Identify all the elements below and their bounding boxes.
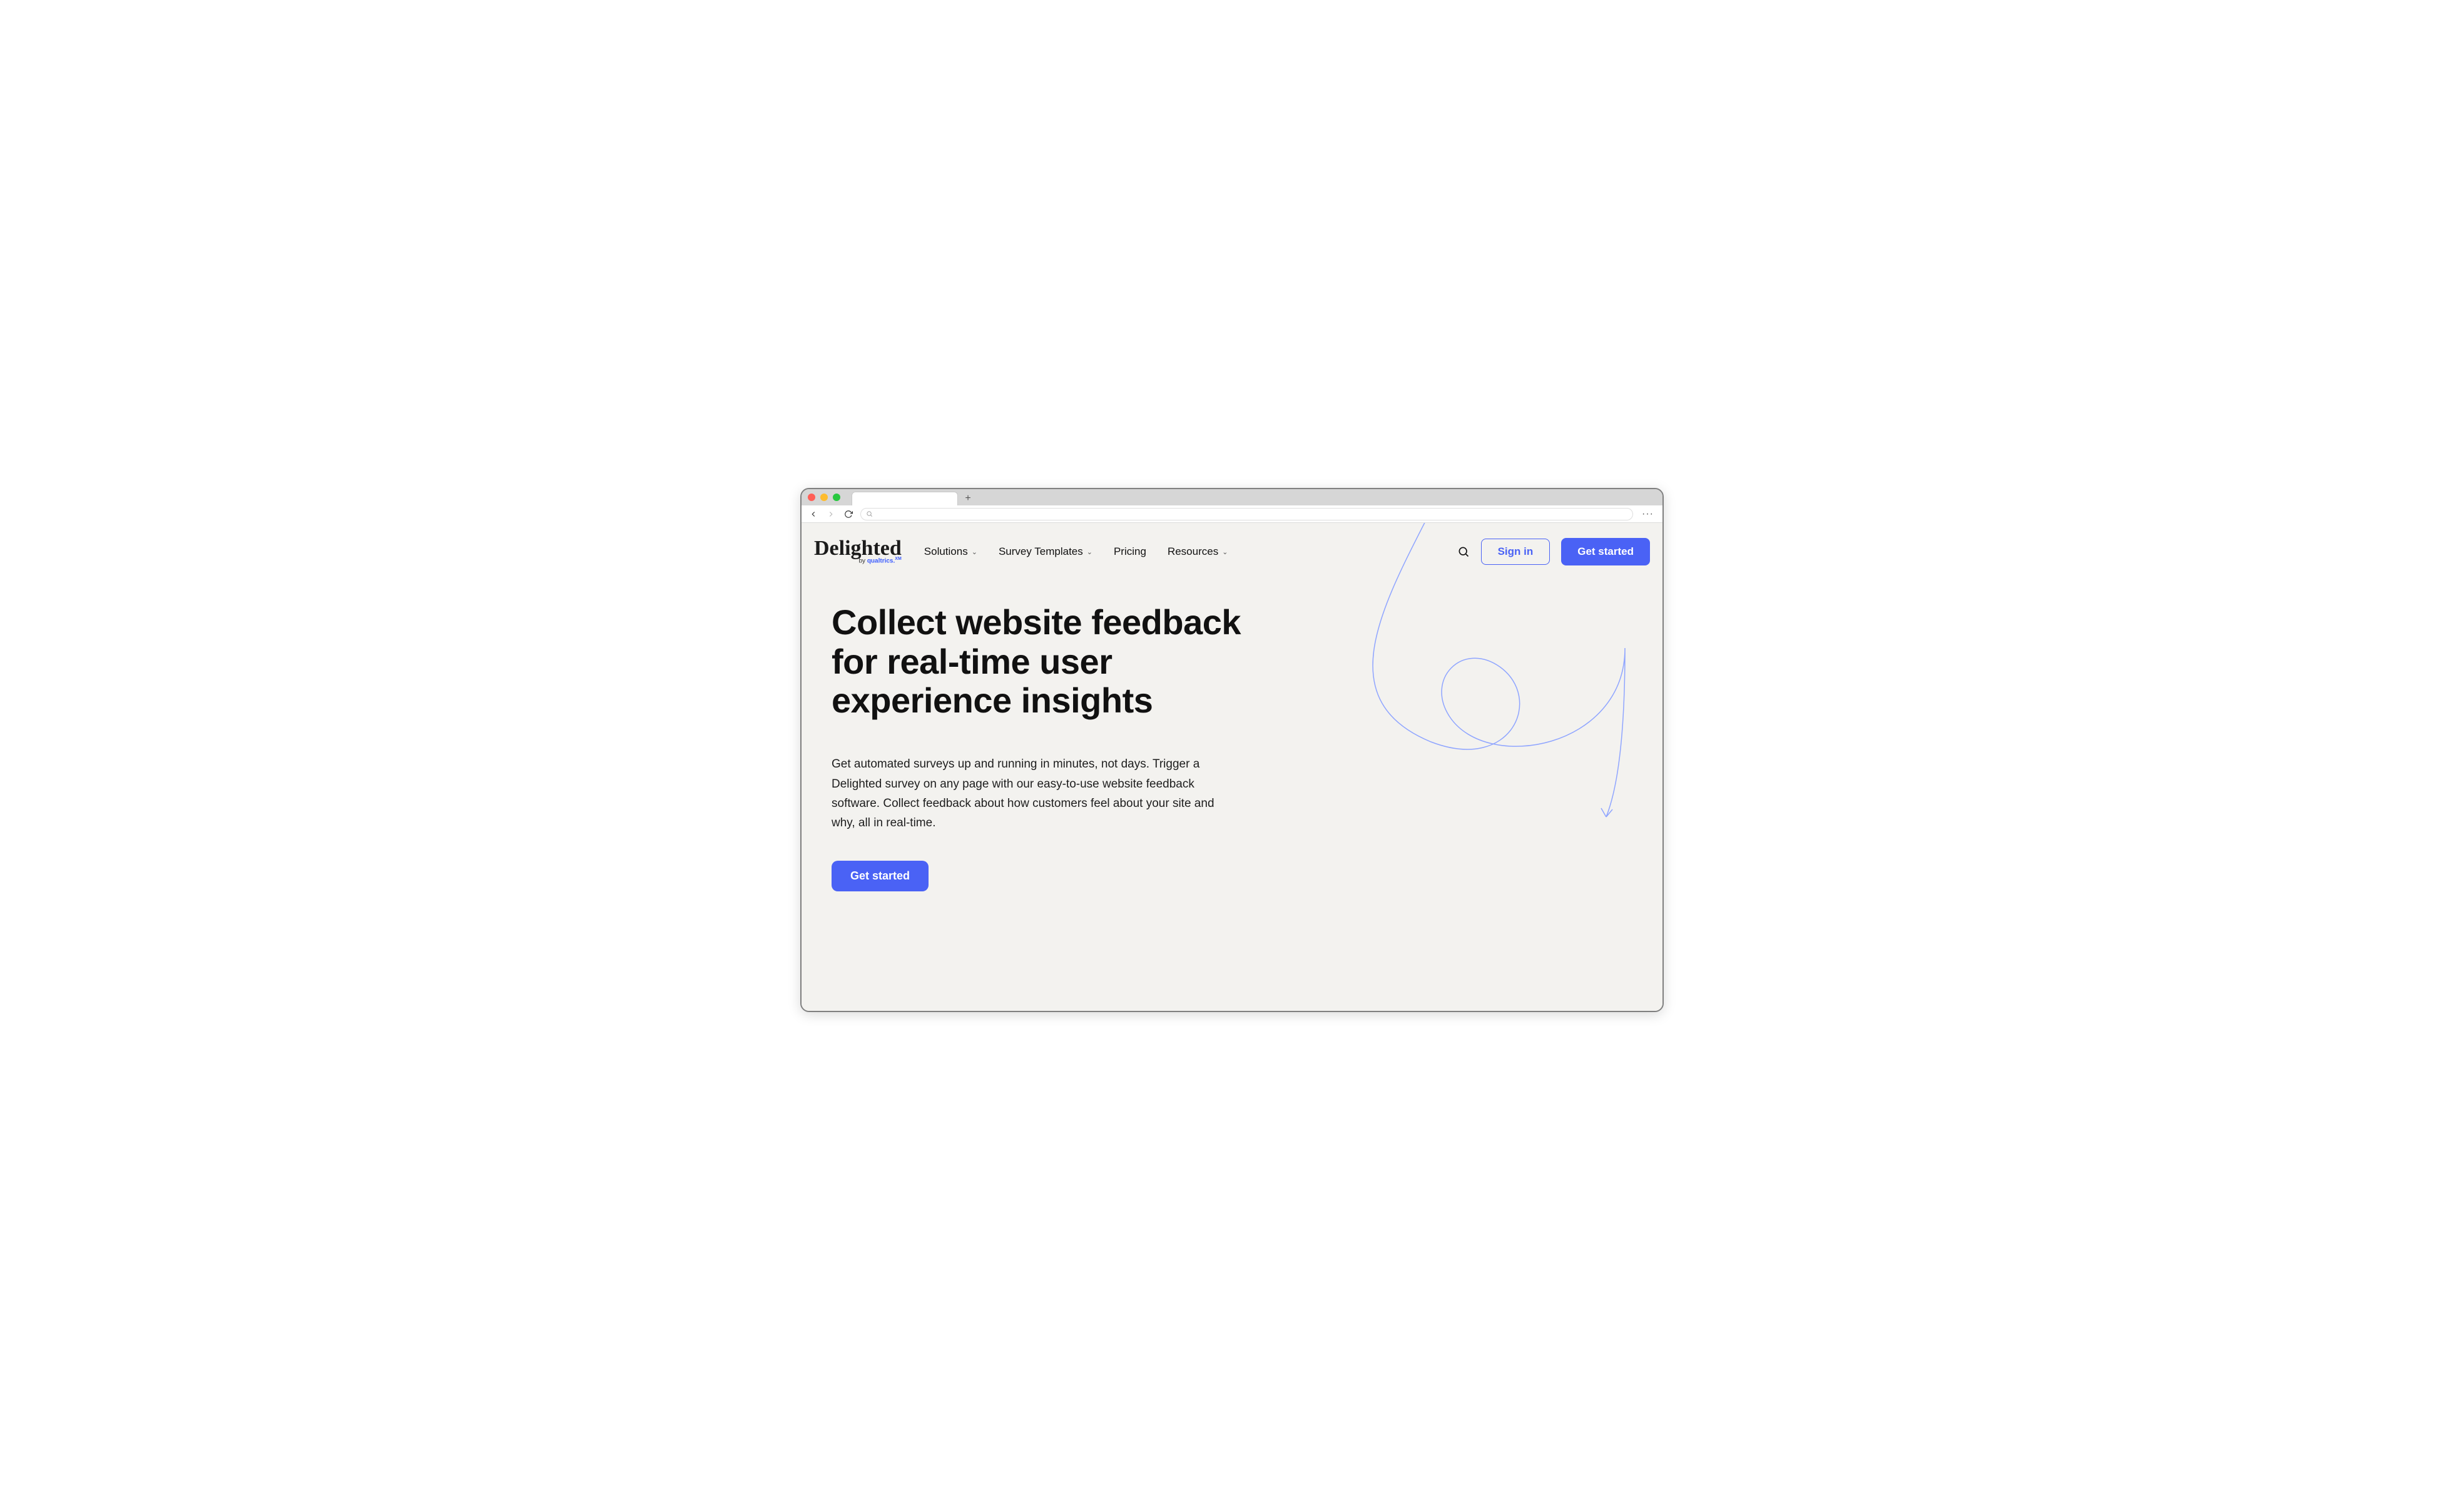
new-tab-button[interactable]: + [962,492,974,505]
logo-subline-brand: qualtrics. [867,557,895,564]
hero-title: Collect website feedback for real-time u… [832,603,1265,721]
search-icon [866,510,873,517]
logo-wordmark: Delighted [814,539,902,559]
nav-resources[interactable]: Resources ⌄ [1168,545,1228,558]
hero-body: Get automated surveys up and running in … [832,754,1232,833]
chevron-down-icon: ⌄ [972,548,977,556]
logo-subline: by qualtrics.XM [858,557,901,564]
minimize-window-icon[interactable] [820,494,828,501]
nav-survey-templates[interactable]: Survey Templates ⌄ [999,545,1092,558]
address-bar[interactable] [860,508,1633,520]
signin-button[interactable]: Sign in [1481,539,1550,565]
window-titlebar: + [802,489,1662,505]
nav-item-label: Solutions [924,545,968,558]
maximize-window-icon[interactable] [833,494,840,501]
close-window-icon[interactable] [808,494,815,501]
reload-button[interactable] [843,509,854,520]
browser-tabs: + [852,489,974,505]
search-button[interactable] [1457,545,1470,558]
nav-pricing[interactable]: Pricing [1114,545,1146,558]
search-icon [1457,545,1470,558]
hero-cta-button[interactable]: Get started [832,861,929,891]
nav-item-label: Resources [1168,545,1218,558]
nav-solutions[interactable]: Solutions ⌄ [924,545,977,558]
browser-toolbar: ··· [802,505,1662,523]
browser-tab-active[interactable] [852,492,958,505]
decorative-swirl [1362,523,1662,848]
site-header: Delighted by qualtrics.XM Solutions ⌄ Su… [802,523,1662,565]
logo-subline-suffix: XM [895,557,902,561]
logo[interactable]: Delighted by qualtrics.XM [814,539,902,565]
chevron-down-icon: ⌄ [1222,548,1228,556]
traffic-lights [808,494,840,501]
chevron-down-icon: ⌄ [1087,548,1092,556]
page-content: Delighted by qualtrics.XM Solutions ⌄ Su… [802,523,1662,1011]
main-nav: Solutions ⌄ Survey Templates ⌄ Pricing R… [924,545,1228,558]
browser-menu-button[interactable]: ··· [1639,509,1656,520]
nav-item-label: Survey Templates [999,545,1083,558]
header-actions: Sign in Get started [1457,538,1650,565]
forward-button[interactable] [825,509,837,520]
logo-subline-prefix: by [858,557,867,564]
browser-window: + ··· Delighted by qualtrics.XM [800,488,1664,1012]
nav-item-label: Pricing [1114,545,1146,558]
get-started-button[interactable]: Get started [1561,538,1650,565]
hero-section: Collect website feedback for real-time u… [802,565,1277,916]
back-button[interactable] [808,509,819,520]
